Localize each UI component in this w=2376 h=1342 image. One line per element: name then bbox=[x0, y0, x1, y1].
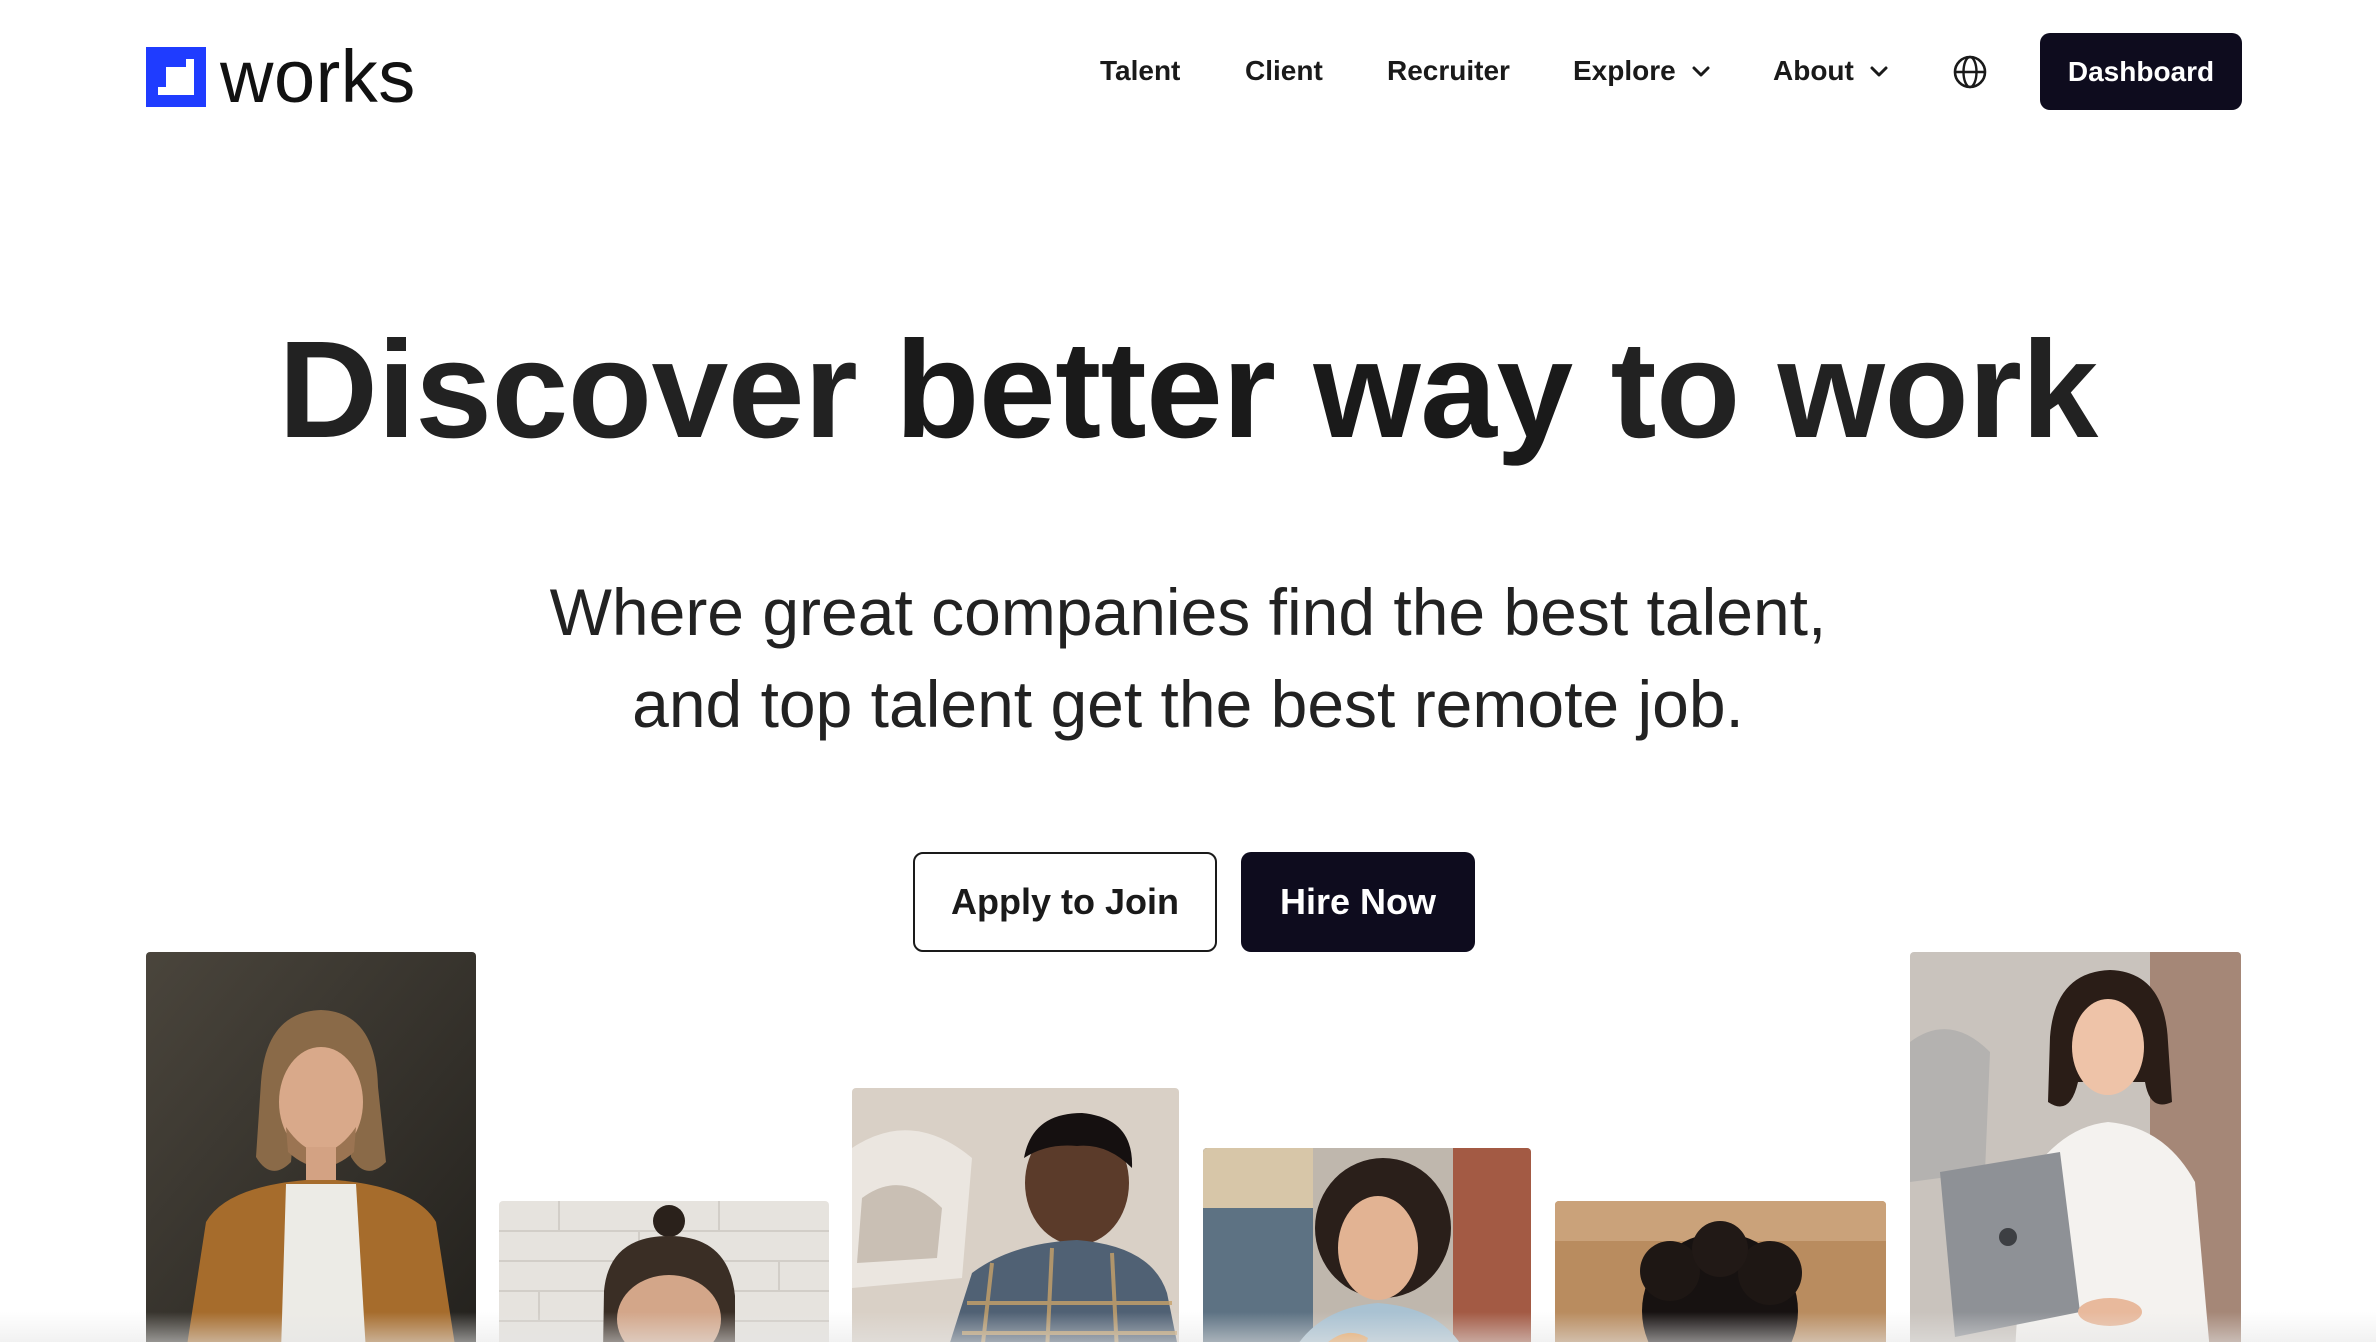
nav-client-label: Client bbox=[1245, 55, 1323, 86]
hire-now-label: Hire Now bbox=[1279, 881, 1437, 922]
hero-subtitle-line1: Where great companies find the best tale… bbox=[549, 575, 1827, 649]
gallery-photo-1 bbox=[146, 952, 476, 1342]
nav-explore[interactable]: Explore bbox=[1573, 40, 1712, 102]
brand-logo[interactable]: works bbox=[146, 40, 416, 114]
nav-about[interactable]: About bbox=[1773, 40, 1890, 102]
nav-recruiter-label: Recruiter bbox=[1387, 55, 1510, 86]
dashboard-button[interactable]: Dashboard bbox=[2040, 33, 2242, 110]
hero-title-bold: better way bbox=[895, 313, 1573, 467]
hero-title-post: to work bbox=[1572, 313, 2099, 467]
gallery-photo-6 bbox=[1910, 952, 2241, 1342]
apply-to-join-button[interactable]: Apply to Join bbox=[913, 852, 1217, 952]
nav-talent[interactable]: Talent bbox=[1100, 40, 1180, 102]
dashboard-button-label: Dashboard bbox=[2067, 55, 2215, 87]
apply-to-join-label: Apply to Join bbox=[951, 881, 1179, 922]
gallery-photo-4 bbox=[1203, 1148, 1531, 1342]
globe-icon[interactable] bbox=[1952, 54, 1988, 90]
chevron-down-icon bbox=[1692, 66, 1710, 77]
gallery-photo-5 bbox=[1555, 1201, 1886, 1342]
hero-title: Discover better way to work bbox=[0, 310, 2376, 470]
hero-subtitle: Where great companies find the best tale… bbox=[0, 566, 2376, 750]
chevron-down-icon bbox=[1870, 66, 1888, 77]
hero-title-pre: Discover bbox=[278, 313, 896, 467]
nav-about-label: About bbox=[1773, 55, 1854, 86]
nav-recruiter[interactable]: Recruiter bbox=[1387, 40, 1510, 102]
brand-name: works bbox=[220, 35, 416, 118]
nav-explore-label: Explore bbox=[1573, 55, 1676, 86]
hire-now-button[interactable]: Hire Now bbox=[1241, 852, 1475, 952]
logo-mark-icon bbox=[146, 47, 206, 107]
gallery-photo-3 bbox=[852, 1088, 1179, 1342]
nav-talent-label: Talent bbox=[1100, 55, 1181, 86]
nav-client[interactable]: Client bbox=[1245, 40, 1323, 102]
hero-subtitle-line2: and top talent get the best remote job. bbox=[632, 667, 1744, 741]
gallery-photo-2 bbox=[499, 1201, 829, 1342]
landing-page: works Talent Client Recruiter Explore Ab… bbox=[0, 0, 2376, 1342]
